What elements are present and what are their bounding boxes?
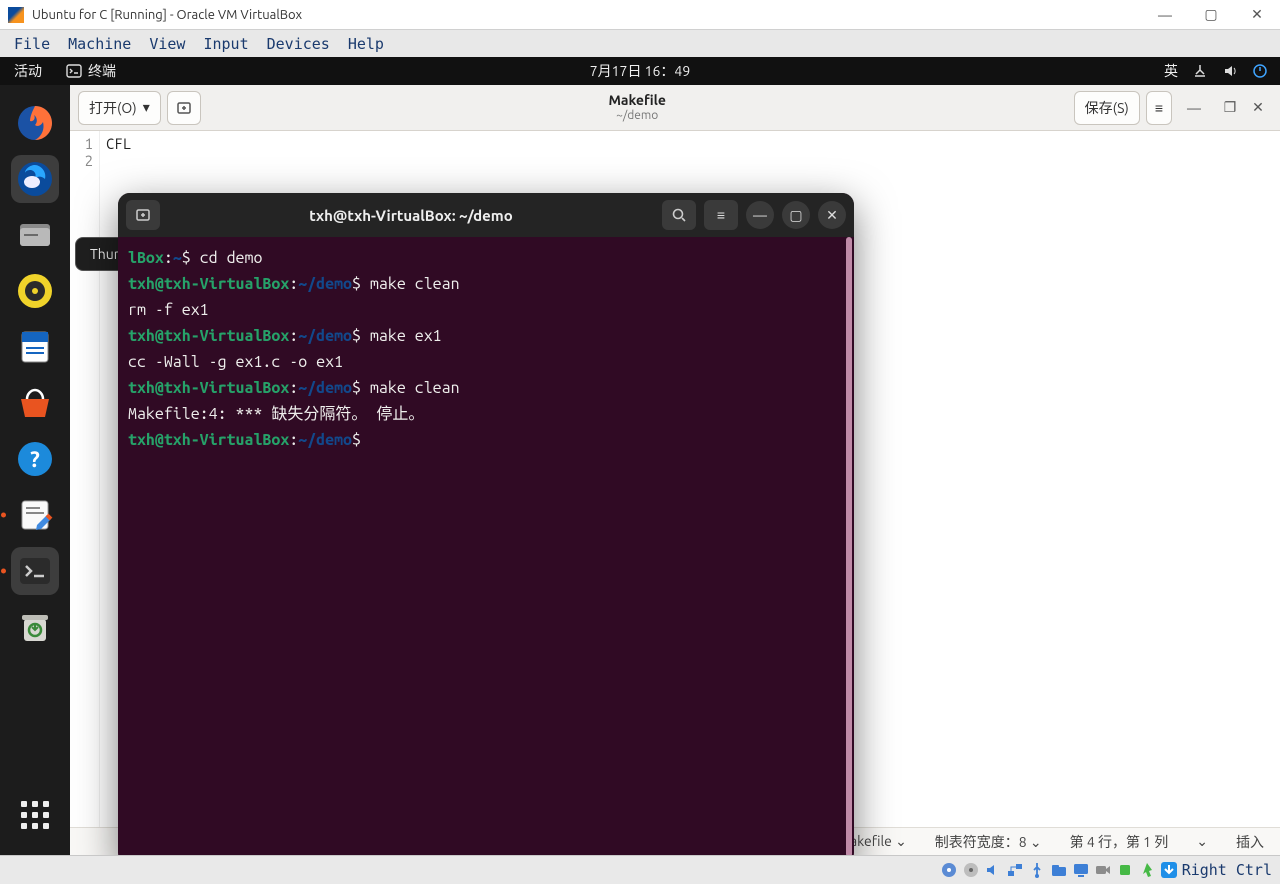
new-tab-icon (135, 207, 151, 223)
terminal-body[interactable]: lBox:~$ cd demotxh@txh-VirtualBox:~/demo… (118, 237, 854, 865)
terminal-line: txh@txh-VirtualBox:~/demo$ make ex1 (128, 323, 844, 349)
menu-input[interactable]: Input (195, 33, 256, 55)
virtualbox-statusbar: Right Ctrl (0, 855, 1280, 884)
editor-line: CFL (106, 135, 131, 152)
save-button[interactable]: 保存(S) (1074, 91, 1140, 125)
maximize-button[interactable]: ▢ (1188, 0, 1234, 30)
dock-help[interactable]: ? (11, 435, 59, 483)
terminal-title: txh@txh-VirtualBox: ~/demo (168, 207, 654, 224)
vb-shared-folder-icon[interactable] (1050, 861, 1068, 879)
virtualbox-titlebar: Ubuntu for C [Running] - Oracle VM Virtu… (0, 0, 1280, 30)
show-applications-button[interactable] (15, 795, 55, 835)
terminal-new-tab-button[interactable] (126, 200, 160, 230)
status-insert-mode: 插入 (1236, 832, 1264, 852)
ime-indicator[interactable]: 英 (1164, 61, 1178, 81)
gedit-maximize-button[interactable]: ❐ (1216, 99, 1244, 116)
gedit-title-main: Makefile (201, 92, 1074, 109)
terminal-close-button[interactable]: ✕ (818, 201, 846, 229)
power-icon[interactable] (1252, 63, 1268, 79)
clock: 7月17日 16：49 (0, 61, 1280, 81)
menu-view[interactable]: View (141, 33, 193, 55)
terminal-line: rm -f ex1 (128, 297, 844, 323)
hamburger-button[interactable]: ≡ (1146, 91, 1172, 125)
network-icon[interactable] (1192, 63, 1208, 79)
vb-usb-icon[interactable] (1028, 861, 1046, 879)
hamburger-icon: ≡ (717, 207, 725, 223)
terminal-indicator-icon (66, 63, 82, 79)
terminal-line: lBox:~$ cd demo (128, 245, 844, 271)
vb-audio-icon[interactable] (984, 861, 1002, 879)
virtualbox-logo-icon (8, 7, 24, 23)
vb-recording-icon[interactable] (1094, 861, 1112, 879)
terminal-scrollbar[interactable] (846, 237, 852, 857)
close-button[interactable]: ✕ (1234, 0, 1280, 30)
terminal-minimize-button[interactable]: — (746, 201, 774, 229)
svg-text:?: ? (30, 447, 40, 472)
new-tab-button[interactable] (167, 91, 201, 125)
terminal-window: txh@txh-VirtualBox: ~/demo ≡ — ▢ ✕ lBox:… (118, 193, 854, 865)
gedit-close-button[interactable]: ✕ (1244, 99, 1272, 116)
open-button-label: 打开(O) (89, 98, 137, 118)
minimize-button[interactable]: — (1142, 0, 1188, 30)
gedit-title-sub: ~/demo (201, 109, 1074, 123)
sound-icon[interactable] (1222, 63, 1238, 79)
hamburger-icon: ≡ (1155, 100, 1163, 116)
new-tab-icon (176, 100, 192, 116)
terminal-line: txh@txh-VirtualBox:~/demo$ (128, 427, 844, 453)
line-number: 1 (70, 135, 93, 152)
dock-rhythmbox[interactable] (11, 267, 59, 315)
dock-terminal[interactable] (11, 547, 59, 595)
window-title: Ubuntu for C [Running] - Oracle VM Virtu… (32, 8, 1142, 22)
dock-trash[interactable] (11, 603, 59, 651)
line-number: 2 (70, 152, 93, 169)
vb-display-icon[interactable] (1072, 861, 1090, 879)
status-tabwidth[interactable]: 制表符宽度：8 ⌄ (935, 832, 1042, 852)
terminal-line: Makefile:4: *** 缺失分隔符。 停止。 (128, 401, 844, 427)
vb-cpu-icon[interactable] (1116, 861, 1134, 879)
menu-devices[interactable]: Devices (259, 33, 338, 55)
terminal-search-button[interactable] (662, 200, 696, 230)
menu-machine[interactable]: Machine (60, 33, 139, 55)
open-button[interactable]: 打开(O) ▾ (78, 91, 161, 125)
vb-keyboard-icon[interactable] (1160, 861, 1178, 879)
ubuntu-dock: ? (0, 85, 70, 855)
terminal-maximize-button[interactable]: ▢ (782, 201, 810, 229)
dock-text-editor[interactable] (11, 491, 59, 539)
terminal-line: txh@txh-VirtualBox:~/demo$ make clean (128, 375, 844, 401)
terminal-line: txh@txh-VirtualBox:~/demo$ make clean (128, 271, 844, 297)
gedit-minimize-button[interactable]: — (1172, 100, 1216, 116)
terminal-headerbar: txh@txh-VirtualBox: ~/demo ≡ — ▢ ✕ (118, 193, 854, 237)
dock-ubuntu-software[interactable] (11, 379, 59, 427)
vb-hostkey-label: Right Ctrl (1182, 861, 1272, 879)
dock-firefox[interactable] (11, 99, 59, 147)
vb-mouse-icon[interactable] (1138, 861, 1156, 879)
save-button-label: 保存(S) (1085, 98, 1129, 118)
search-icon (671, 207, 687, 223)
vb-network-icon[interactable] (1006, 861, 1024, 879)
status-chevron[interactable]: ⌄ (1196, 833, 1208, 850)
vb-harddisk-icon[interactable] (940, 861, 958, 879)
dock-files[interactable] (11, 211, 59, 259)
menu-file[interactable]: File (6, 33, 58, 55)
menu-help[interactable]: Help (340, 33, 392, 55)
virtualbox-menubar: File Machine View Input Devices Help (0, 30, 1280, 57)
vb-optical-icon[interactable] (962, 861, 980, 879)
status-cursor: 第 4 行，第 1 列 (1070, 832, 1169, 852)
gedit-title: Makefile ~/demo (201, 92, 1074, 123)
app-indicator-label: 终端 (88, 61, 116, 81)
dock-thunderbird[interactable] (11, 155, 59, 203)
app-indicator[interactable]: 终端 (66, 61, 116, 81)
terminal-line: cc -Wall -g ex1.c -o ex1 (128, 349, 844, 375)
dock-libreoffice-writer[interactable] (11, 323, 59, 371)
gedit-headerbar: 打开(O) ▾ Makefile ~/demo 保存(S) ≡ — ❐ ✕ (70, 85, 1280, 131)
gnome-topbar: 活动 终端 7月17日 16：49 英 (0, 57, 1280, 85)
activities-button[interactable]: 活动 (0, 61, 56, 81)
gedit-gutter: 1 2 (70, 131, 100, 827)
terminal-menu-button[interactable]: ≡ (704, 200, 738, 230)
guest-screen: 活动 终端 7月17日 16：49 英 ? 打开(O) (0, 57, 1280, 855)
chevron-down-icon: ▾ (143, 99, 150, 116)
